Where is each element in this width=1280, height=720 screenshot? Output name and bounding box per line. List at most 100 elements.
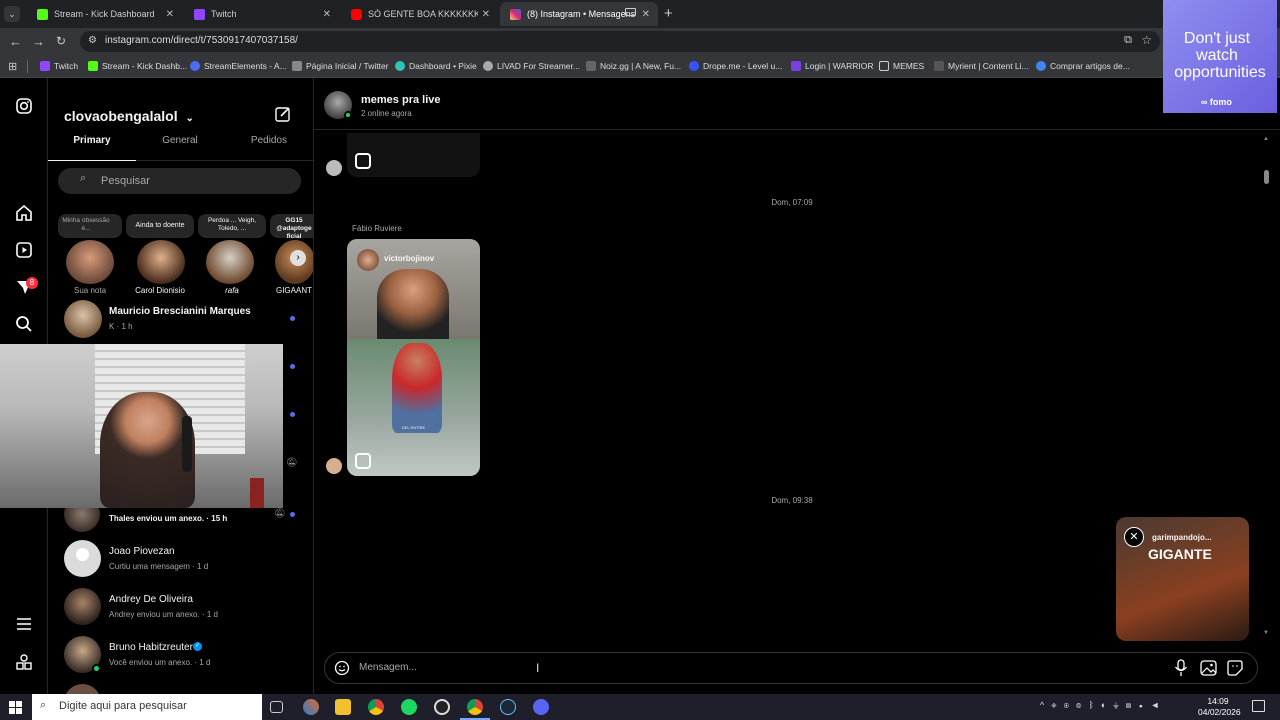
chat-preview: K · 1 h xyxy=(109,322,133,331)
reels-icon[interactable] xyxy=(14,240,34,260)
chrome-active-icon[interactable] xyxy=(467,699,483,715)
chat-name: Andrey De Oliveira xyxy=(109,594,193,605)
tab-requests[interactable]: Pedidos xyxy=(224,135,313,161)
chat-preview: Curtiu uma mensagem · 1 d xyxy=(109,562,209,571)
forward-icon[interactable]: → xyxy=(32,34,45,49)
apps-grid-icon[interactable]: ⊞ xyxy=(8,60,17,73)
new-tab-button[interactable]: + xyxy=(664,5,673,22)
message-input[interactable]: Mensagem... xyxy=(359,662,417,673)
note-avatar[interactable] xyxy=(206,240,254,284)
search-icon[interactable] xyxy=(14,314,34,334)
chat-row[interactable]: Mauricio Brescianini Marques K · 1 h xyxy=(48,296,313,344)
bookmark-memes-folder[interactable]: MEMES xyxy=(879,61,924,71)
instagram-logo-icon[interactable] xyxy=(14,96,34,116)
copilot-icon[interactable] xyxy=(303,699,319,715)
note-bubble[interactable]: Perdoa ... Veigh, Toledo, ... xyxy=(198,214,266,238)
more-apps-icon[interactable] xyxy=(14,652,34,672)
chat-title[interactable]: memes pra live xyxy=(361,94,441,106)
search-input[interactable]: ⌕ Pesquisar xyxy=(58,168,301,194)
image-icon[interactable] xyxy=(1200,660,1217,676)
steam-icon[interactable] xyxy=(500,699,516,715)
back-icon[interactable]: ← xyxy=(9,34,22,49)
bookmark-warrior[interactable]: Login | WARRIOR xyxy=(791,61,874,71)
notification-badge: 8 xyxy=(26,277,38,289)
twitch-icon xyxy=(194,8,205,20)
close-icon[interactable]: ✕ xyxy=(1124,527,1144,547)
task-view-icon[interactable] xyxy=(270,701,283,713)
chrome-icon[interactable] xyxy=(368,699,384,715)
overlay-text: GIGANTE xyxy=(1148,546,1212,562)
chat-row[interactable]: Joao Piovezan Curtiu uma mensagem · 1 d xyxy=(48,538,313,586)
bookmark-google[interactable]: Comprar artigos de... xyxy=(1036,61,1130,71)
bookmarks-bar: ⊞ Twitch Stream - Kick Dashb... StreamEl… xyxy=(0,55,1280,78)
close-icon[interactable]: ✕ xyxy=(642,9,650,20)
chat-row[interactable]: Andrey De Oliveira Andrey enviou um anex… xyxy=(48,586,313,634)
pixie-icon xyxy=(395,61,405,71)
emoji-icon[interactable] xyxy=(334,660,350,676)
bookmark-pixie[interactable]: Dashboard • Pixie xyxy=(395,61,477,71)
sticker-icon[interactable] xyxy=(1227,660,1243,676)
chevron-down-icon: ⌄ xyxy=(185,113,194,124)
notifications-icon[interactable] xyxy=(1252,700,1265,712)
network-icon: ▤ xyxy=(1125,700,1139,710)
site-info-icon[interactable]: ⚙ xyxy=(88,35,97,46)
fomo-ad[interactable]: Don't just watch opportunities ∞ fomo xyxy=(1163,0,1277,113)
tray-app-icon: ◐ xyxy=(1100,700,1114,710)
close-icon[interactable]: ✕ xyxy=(323,9,331,20)
spotify-icon[interactable] xyxy=(401,699,417,715)
bookmark-twitch[interactable]: Twitch xyxy=(40,61,78,71)
bookmark-noiz[interactable]: Noiz.gg | A New, Fu... xyxy=(586,61,681,71)
discord-icon[interactable] xyxy=(533,699,549,715)
note-name: Carol Dionisio xyxy=(135,286,185,295)
ad-line-1: Don't just xyxy=(1183,30,1251,47)
system-tray[interactable]: ^◈◉◍ᛒ◐⏚▤⏺◄ xyxy=(1040,700,1166,710)
tab-youtube[interactable]: SÓ GENTE BOA KKKKKKKK - Yo ✕ xyxy=(341,2,498,26)
note-bubble[interactable]: Ainda to doente xyxy=(126,214,194,238)
bookmark-star-icon[interactable]: ☆ xyxy=(1141,33,1152,47)
tab-instagram[interactable]: (8) Instagram • Mensagens ✕ xyxy=(500,2,658,26)
tab-kick[interactable]: Stream - Kick Dashboard ✕ xyxy=(27,2,182,26)
note-bubble[interactable]: Minha obsessão é... xyxy=(58,214,122,238)
bookmark-livad[interactable]: LIVAD For Streamer... xyxy=(483,61,580,71)
note-avatar[interactable] xyxy=(66,240,114,284)
new-message-icon[interactable] xyxy=(274,105,292,123)
fomo-logo-icon: ∞ xyxy=(1201,97,1210,107)
tab-primary[interactable]: Primary xyxy=(48,135,136,161)
bookmark-drope[interactable]: Drope.me - Level u... xyxy=(689,61,782,71)
install-app-icon[interactable]: ⧉ xyxy=(1124,34,1132,47)
chat-row[interactable]: Bruno Habitzreuter ✓ Você enviou um anex… xyxy=(48,634,313,682)
taskbar-search-input[interactable]: ⌕ Digite aqui para pesquisar xyxy=(32,694,262,720)
scroll-down-icon[interactable]: ▼ xyxy=(1263,630,1269,636)
clock[interactable]: 14:09 04/02/2026 xyxy=(1198,696,1241,718)
bookmark-streamelements[interactable]: StreamElements - A... xyxy=(190,61,287,71)
note-bubble[interactable]: GG15 @adaptoge ficial xyxy=(270,214,313,238)
tab-general[interactable]: General xyxy=(136,135,224,161)
message-composer[interactable]: Mensagem... xyxy=(324,652,1258,684)
scrollbar[interactable]: ▲ ▼ xyxy=(1262,130,1272,640)
address-field[interactable]: ⚙ instagram.com/direct/t/753091740703715… xyxy=(80,31,1160,52)
tab-search-button[interactable]: ⌄ xyxy=(4,6,20,22)
scrollbar-thumb[interactable] xyxy=(1264,170,1269,184)
reel-message[interactable]: victorbojinov DEL ENTIRE xyxy=(347,239,480,476)
file-explorer-icon[interactable] xyxy=(335,699,351,715)
note-avatar[interactable] xyxy=(137,240,185,284)
menu-icon[interactable] xyxy=(14,614,34,634)
bookmark-kick[interactable]: Stream - Kick Dashb... xyxy=(88,61,187,71)
microphone-icon[interactable] xyxy=(1173,659,1189,677)
tab-twitch[interactable]: Twitch ✕ xyxy=(184,2,339,26)
reload-icon[interactable]: ↻ xyxy=(56,34,66,48)
bookmark-twitter[interactable]: Página Inicial / Twitter xyxy=(292,61,389,71)
obs-icon[interactable] xyxy=(434,699,450,715)
windows-start-icon[interactable] xyxy=(9,701,22,714)
bookmark-myrient[interactable]: Myrient | Content Li... xyxy=(934,61,1029,71)
account-switcher[interactable]: clovaobengalalol ⌄ xyxy=(64,108,194,124)
video-overlay[interactable]: ✕ garimpandojo... GIGANTE xyxy=(1116,517,1249,641)
home-icon[interactable] xyxy=(14,203,34,223)
reel-message[interactable] xyxy=(347,133,480,177)
tray-overflow-icon[interactable]: ^ xyxy=(1040,700,1051,710)
close-icon[interactable]: ✕ xyxy=(482,9,490,20)
online-dot xyxy=(344,111,352,119)
notes-scroll-right-button[interactable]: › xyxy=(290,250,306,266)
close-icon[interactable]: ✕ xyxy=(166,9,174,20)
scroll-up-icon[interactable]: ▲ xyxy=(1263,136,1269,142)
